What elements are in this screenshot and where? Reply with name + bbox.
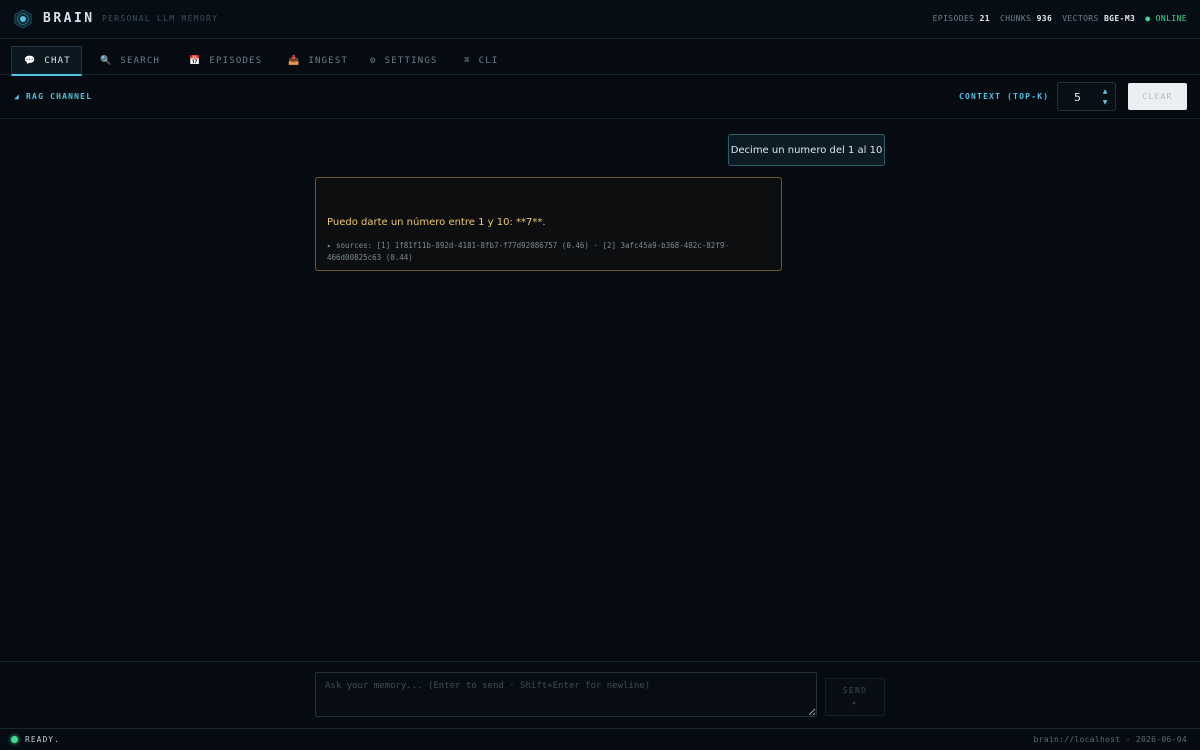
online-status: ● ONLINE	[1145, 14, 1187, 23]
status-dot-icon	[11, 736, 18, 743]
send-label: SEND	[842, 686, 868, 695]
inbox-icon: 📥	[288, 56, 301, 66]
stat-episodes: EPISODES 21	[932, 14, 991, 23]
tab-settings[interactable]: ⚙ SETTINGS	[358, 46, 450, 76]
input-bar: SEND ▸	[0, 661, 1200, 728]
search-icon: 🔍	[100, 56, 113, 66]
rag-channel-label: ◢ RAG CHANNEL	[14, 92, 93, 101]
tab-label: INGEST	[308, 56, 349, 66]
tab-label: SEARCH	[120, 56, 161, 66]
command-icon: ⌘	[464, 56, 471, 66]
host-info: brain://localhost · 2026-06-04	[1033, 735, 1187, 744]
stat-chunks: CHUNKS 936	[1000, 14, 1053, 23]
tab-label: CHAT	[44, 55, 71, 66]
assistant-message: Puedo darte un número entre 1 y 10: **7*…	[315, 177, 782, 271]
chat-bubble-icon: 💬	[24, 55, 37, 66]
brand-title: BRAIN	[43, 11, 95, 26]
send-button[interactable]: SEND ▸	[825, 678, 885, 716]
tab-search[interactable]: 🔍 SEARCH	[88, 46, 172, 76]
stats-bar: EPISODES 21 CHUNKS 936 VECTORS BGE-M3 ● …	[933, 14, 1187, 23]
send-arrow-icon: ▸	[851, 698, 859, 707]
user-message: Decime un numero del 1 al 10	[728, 134, 885, 166]
context-stepper[interactable]: 5 ▲ ▼	[1057, 82, 1116, 111]
gear-icon: ⚙	[370, 56, 377, 66]
context-label: CONTEXT (TOP-K)	[959, 92, 1050, 101]
tab-cli[interactable]: ⌘ CLI	[452, 46, 510, 76]
sources-list[interactable]: ▸ sources: [1] 1f81f11b-892d-4181-8fb7-f…	[327, 240, 777, 264]
stat-vectors: VECTORS BGE-M3	[1062, 14, 1136, 23]
stepper-arrows: ▲ ▼	[1095, 83, 1115, 110]
clear-button[interactable]: CLEAR	[1128, 83, 1187, 110]
brand-tagline: PERSONAL LLM MEMORY	[102, 14, 219, 23]
top-bar: BRAIN PERSONAL LLM MEMORY EPISODES 21 CH…	[0, 0, 1200, 39]
context-value: 5	[1074, 91, 1081, 104]
assistant-message-text: Puedo darte un número entre 1 y 10: **7*…	[327, 217, 546, 228]
tab-bar: 💬 CHAT 🔍 SEARCH 📅 EPISODES 📥 INGEST ⚙ SE…	[0, 39, 1200, 76]
chevron-down-icon[interactable]: ▼	[1103, 97, 1108, 108]
calendar-icon: 📅	[189, 56, 202, 66]
status-bar: READY. brain://localhost · 2026-06-04	[0, 728, 1200, 750]
tab-ingest[interactable]: 📥 INGEST	[276, 46, 360, 76]
tab-label: EPISODES	[209, 56, 263, 66]
ask-input[interactable]	[315, 672, 817, 717]
tab-episodes[interactable]: 📅 EPISODES	[177, 46, 274, 76]
channel-bar: ◢ RAG CHANNEL CONTEXT (TOP-K) 5 ▲ ▼ CLEA…	[0, 75, 1200, 119]
brain-node-icon	[14, 9, 32, 29]
chevron-up-icon[interactable]: ▲	[1103, 86, 1108, 97]
tab-chat[interactable]: 💬 CHAT	[11, 46, 82, 76]
tab-label: CLI	[478, 56, 499, 66]
ready-status: READY.	[25, 735, 60, 744]
tab-label: SETTINGS	[384, 56, 438, 66]
